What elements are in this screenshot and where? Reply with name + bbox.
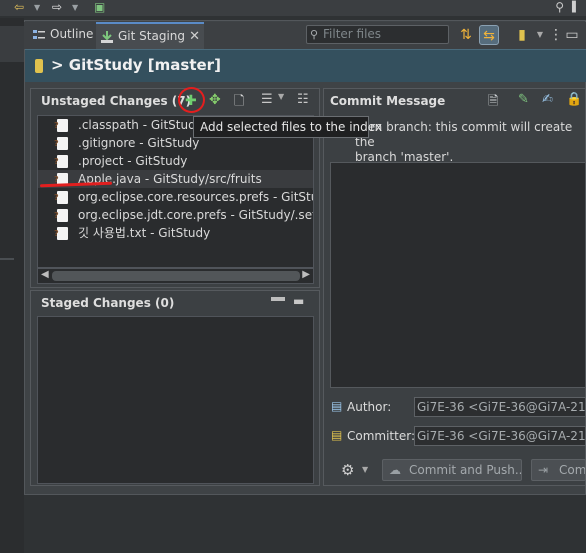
list-item-label: .classpath - GitStudy (78, 118, 203, 132)
compare-mode-icon[interactable]: ⇆ (479, 25, 499, 45)
untracked-file-icon (54, 117, 68, 135)
tab-staging-label: Git Staging (118, 29, 186, 43)
untracked-file-icon (54, 225, 68, 243)
list-item[interactable]: org.eclipse.core.resources.prefs - GitSt… (38, 188, 313, 207)
untracked-file-icon (54, 189, 68, 207)
remove-all-icon[interactable] (271, 297, 285, 301)
staged-file-list[interactable] (37, 316, 314, 484)
list-item-label: org.eclipse.core.resources.prefs - GitSt… (78, 190, 313, 204)
page-title: > GitStudy [master] (51, 56, 221, 74)
main-toolbar: ⇦ ▼ ⇨ ▼ ▣ ⚲ ▌ (0, 0, 586, 16)
ignore-file-icon[interactable]: 🗋 (234, 92, 244, 114)
divider (0, 258, 14, 260)
committer-field[interactable]: Gi7E-36 <Gi7E-36@Gi7A-21> (414, 426, 586, 446)
committer-icon: ▤ (331, 428, 343, 442)
repository-icon (35, 59, 43, 73)
horizontal-scrollbar[interactable]: ◀ ▶ (37, 268, 314, 284)
close-icon[interactable]: ✕ (189, 24, 200, 49)
commit-and-push-label: Commit and Push... (409, 463, 522, 477)
scrollbar-thumb[interactable] (52, 271, 300, 281)
tab-outline[interactable]: Outline (28, 22, 94, 49)
commit-message-input[interactable] (330, 162, 586, 388)
editor-gutter (0, 26, 24, 62)
outline-icon (33, 30, 45, 39)
commit-title: Commit Message (330, 94, 446, 108)
list-item-label: .project - GitStudy (78, 154, 188, 168)
collapse-all-icon[interactable]: ☷ (297, 92, 309, 107)
list-dropdown-icon[interactable]: ▼ (278, 92, 284, 101)
sign-off-icon[interactable]: ✍ (542, 92, 553, 107)
list-item-label: .gitignore - GitStudy (78, 136, 200, 150)
author-label: Author: (347, 400, 392, 414)
untracked-file-icon (54, 153, 68, 171)
untracked-file-icon (54, 135, 68, 153)
commit-and-push-button[interactable]: ☁ Commit and Push... (382, 459, 522, 481)
view-tab-strip: Outline Git Staging ✕ (24, 22, 586, 49)
list-item-label: org.eclipse.jdt.core.prefs - GitStudy/.s… (78, 208, 313, 222)
add-all-icon[interactable]: ✥ (209, 92, 221, 108)
commit-message-text: born branch: this commit will create the… (355, 120, 586, 165)
search-icon[interactable]: ⚲ (555, 0, 564, 14)
search-icon: ⚲ (310, 28, 319, 41)
list-item[interactable]: .project - GitStudy (38, 152, 313, 171)
highlight-circle (178, 87, 205, 113)
untracked-file-icon (54, 207, 68, 225)
back-dropdown-icon[interactable]: ▼ (34, 0, 40, 15)
sort-icon[interactable]: ⇅ (456, 25, 476, 45)
open-view-icon[interactable]: ▣ (94, 0, 105, 15)
commit-message-line: born branch: this commit will create the (355, 120, 573, 149)
commit-icon: ⇥ (538, 463, 549, 477)
push-icon: ☁ (389, 463, 401, 477)
lock-icon[interactable]: 🔒 (566, 92, 582, 107)
tab-git-staging[interactable]: Git Staging ✕ (96, 22, 204, 49)
committer-label: Committer: (347, 429, 415, 443)
scroll-left-icon[interactable]: ◀ (41, 269, 49, 280)
gear-dropdown-icon[interactable]: ▼ (362, 465, 368, 474)
list-item[interactable]: 깃 사용법.txt - GitStudy (38, 224, 313, 243)
git-staging-icon (101, 31, 113, 43)
gear-icon[interactable]: ⚙ (341, 461, 354, 479)
amend-icon[interactable]: ✎ (518, 92, 529, 107)
forward-dropdown-icon[interactable]: ▼ (72, 0, 78, 15)
author-icon: ▤ (331, 399, 343, 413)
author-field[interactable]: Gi7E-36 <Gi7E-36@Gi7A-21> (414, 397, 586, 417)
commit-button[interactable]: ⇥ Com (531, 459, 586, 481)
back-arrow-icon[interactable]: ⇦ (14, 0, 24, 15)
scroll-right-icon[interactable]: ▶ (302, 269, 310, 280)
filter-placeholder: Filter files (323, 27, 382, 41)
repository-header: > GitStudy [master] (25, 49, 586, 82)
repository-icon[interactable]: ▮ (512, 25, 532, 45)
list-item-label: Apple.java - GitStudy/src/fruits (78, 172, 262, 186)
minimize-icon[interactable]: ▭ (562, 25, 582, 45)
filter-files-input[interactable]: ⚲ Filter files (306, 25, 449, 44)
toolbar-more-icon[interactable]: ▌ (572, 0, 580, 15)
collapse-icon[interactable]: ▬ (293, 294, 304, 308)
list-item[interactable]: org.eclipse.jdt.core.prefs - GitStudy/.s… (38, 206, 313, 225)
tooltip: Add selected files to the index (193, 116, 382, 138)
staged-title: Staged Changes (0) (41, 296, 175, 310)
preview-icon[interactable]: 🗎 (488, 92, 498, 114)
unstaged-title: Unstaged Changes (7) (41, 94, 192, 108)
tab-outline-label: Outline (50, 27, 94, 41)
commit-label: Com (559, 463, 586, 477)
list-item-label: 깃 사용법.txt - GitStudy (78, 226, 211, 240)
left-editor-edge (0, 18, 24, 553)
forward-arrow-icon[interactable]: ⇨ (52, 0, 62, 15)
list-view-icon[interactable]: ☰ (261, 92, 273, 107)
